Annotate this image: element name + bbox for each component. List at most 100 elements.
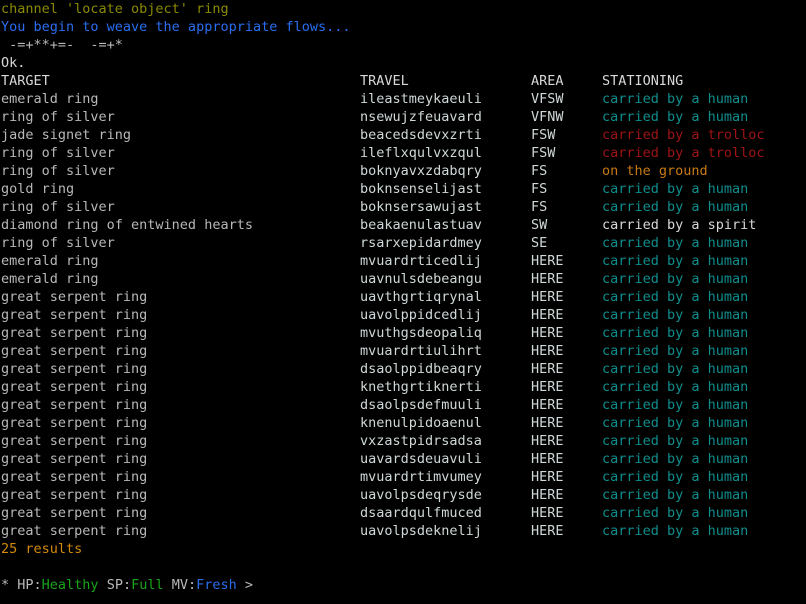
cell-stationing: carried by a human: [602, 199, 749, 215]
table-row: great serpent ring mvuardrtimvumey HERE car…: [0, 468, 806, 486]
cell-area: FSW: [531, 127, 556, 143]
terminal-screen: channel 'locate object' ring You begin t…: [0, 0, 806, 604]
cell-travel-code: rsarxepidardmey: [360, 235, 482, 251]
cell-target: emerald ring: [1, 271, 99, 287]
cell-stationing: carried by a human: [602, 109, 749, 125]
table-row: ring of silver boknyavxzdabqry FS on the gr…: [0, 162, 806, 180]
cell-area: VFSW: [531, 91, 564, 107]
cell-area: HERE: [531, 271, 564, 287]
ok-line: Ok.: [1, 55, 26, 71]
cell-travel-code: knethgrtiknerti: [360, 379, 482, 395]
table-row: great serpent ring mvuthgsdeopaliq HERE car…: [0, 324, 806, 342]
cell-area: HERE: [531, 523, 564, 539]
table-row: great serpent ring uavardsdeuavuli HERE car…: [0, 450, 806, 468]
cell-travel-code: uavthgrtiqrynal: [360, 289, 482, 305]
cell-travel-code: dsaolppidbeaqry: [360, 361, 482, 377]
cell-target: great serpent ring: [1, 289, 148, 305]
cell-area: HERE: [531, 379, 564, 395]
cell-area: HERE: [531, 343, 564, 359]
cell-stationing: carried by a trolloc: [602, 127, 765, 143]
table-row: ring of silver ileflxqulvxzqul FSW carried …: [0, 144, 806, 162]
table-body: emerald ring ileastmeykaeuli VFSW carried b…: [0, 90, 806, 540]
cell-target: gold ring: [1, 181, 75, 197]
cell-target: great serpent ring: [1, 343, 148, 359]
cell-stationing: carried by a spirit: [602, 217, 757, 233]
cell-target: ring of silver: [1, 109, 115, 125]
table-row: great serpent ring mvuardrtiulihrt HERE car…: [0, 342, 806, 360]
table-row: great serpent ring dsaardqulfmuced HERE car…: [0, 504, 806, 522]
cell-target: great serpent ring: [1, 451, 148, 467]
cell-travel-code: beakaenulastuav: [360, 217, 482, 233]
weave-message-line: You begin to weave the appropriate flows…: [1, 19, 351, 35]
cell-target: jade signet ring: [1, 127, 132, 143]
table-row: gold ring boknsenselijast FS carried by a h…: [0, 180, 806, 198]
cell-stationing: carried by a human: [602, 487, 749, 503]
cell-target: great serpent ring: [1, 505, 148, 521]
cell-target: great serpent ring: [1, 397, 148, 413]
cell-travel-code: uavolpsdeknelij: [360, 523, 482, 539]
cell-travel-code: ileastmeykaeuli: [360, 91, 482, 107]
cell-travel-code: uavnulsdebeangu: [360, 271, 482, 287]
column-header-target: TARGET: [1, 73, 50, 89]
cell-travel-code: mvuthgsdeopaliq: [360, 325, 482, 341]
table-row: great serpent ring uavolpsdeqrysde HERE car…: [0, 486, 806, 504]
cell-target: great serpent ring: [1, 487, 148, 503]
weave-progress-line: -=+**+=- -=+*: [1, 37, 123, 53]
cell-target: emerald ring: [1, 253, 99, 269]
table-row: great serpent ring uavthgrtiqrynal HERE car…: [0, 288, 806, 306]
cell-area: HERE: [531, 433, 564, 449]
cell-target: great serpent ring: [1, 433, 148, 449]
cell-travel-code: boknsersawujast: [360, 199, 482, 215]
cell-stationing: carried by a human: [602, 469, 749, 485]
cell-stationing: carried by a human: [602, 253, 749, 269]
table-row: great serpent ring uavolppidcedlij HERE car…: [0, 306, 806, 324]
cell-travel-code: uavardsdeuavuli: [360, 451, 482, 467]
cell-target: ring of silver: [1, 163, 115, 179]
cell-travel-code: mvuardrtiulihrt: [360, 343, 482, 359]
cell-area: FS: [531, 199, 548, 215]
cell-travel-code: vxzastpidrsadsa: [360, 433, 482, 449]
cell-stationing: carried by a human: [602, 343, 749, 359]
cell-travel-code: nsewujzfeuavard: [360, 109, 482, 125]
prompt-sp-label: SP:: [98, 577, 132, 593]
table-row: jade signet ring beacedsdevxzrti FSW carrie…: [0, 126, 806, 144]
table-row: great serpent ring dsaolpsdefmuuli HERE car…: [0, 396, 806, 414]
cell-stationing: carried by a human: [602, 91, 749, 107]
prompt-sp-value: Full: [131, 577, 164, 593]
cell-stationing: carried by a human: [602, 505, 749, 521]
cell-area: FS: [531, 163, 548, 179]
cell-travel-code: boknyavxzdabqry: [360, 163, 482, 179]
cell-area: HERE: [531, 289, 564, 305]
cell-travel-code: ileflxqulvxzqul: [360, 145, 482, 161]
prompt-mv-value: Fresh: [196, 577, 237, 593]
cell-area: HERE: [531, 253, 564, 269]
cell-area: HERE: [531, 397, 564, 413]
cell-area: FS: [531, 181, 548, 197]
cell-area: HERE: [531, 307, 564, 323]
column-header-area: AREA: [531, 73, 564, 89]
cell-target: great serpent ring: [1, 415, 148, 431]
table-row: ring of silver nsewujzfeuavard VFNW carried…: [0, 108, 806, 126]
table-row: great serpent ring uavolpsdeknelij HERE car…: [0, 522, 806, 540]
status-prompt[interactable]: * HP:Healthy SP:Full MV:Fresh >: [0, 576, 806, 594]
results-count-line: 25 results: [1, 541, 83, 557]
cell-target: great serpent ring: [1, 523, 148, 539]
table-row: ring of silver rsarxepidardmey SE carried b…: [0, 234, 806, 252]
cell-area: SW: [531, 217, 548, 233]
cell-target: ring of silver: [1, 145, 115, 161]
table-row: great serpent ring knenulpidoaenul HERE car…: [0, 414, 806, 432]
cell-travel-code: boknsenselijast: [360, 181, 482, 197]
cell-stationing: carried by a human: [602, 397, 749, 413]
cell-target: great serpent ring: [1, 361, 148, 377]
column-header-stationing: STATIONING: [602, 73, 684, 89]
prompt-mv-label: MV:: [163, 577, 197, 593]
cell-stationing: carried by a human: [602, 325, 749, 341]
cell-target: ring of silver: [1, 235, 115, 251]
cell-target: great serpent ring: [1, 379, 148, 395]
prompt-hp-value: Healthy: [41, 577, 99, 593]
cell-stationing: carried by a trolloc: [602, 145, 765, 161]
cell-stationing: carried by a human: [602, 289, 749, 305]
cell-area: HERE: [531, 487, 564, 503]
cell-stationing: carried by a human: [602, 307, 749, 323]
cell-stationing: carried by a human: [602, 235, 749, 251]
